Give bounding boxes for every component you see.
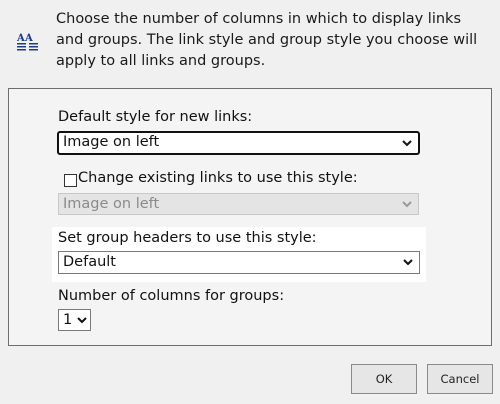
chevron-down-icon (402, 201, 412, 208)
default-style-select[interactable]: Image on left (57, 131, 420, 155)
columns-value: 1 (63, 312, 73, 328)
cancel-button[interactable]: Cancel (427, 364, 493, 394)
group-headers-value: Default (63, 254, 116, 270)
svg-text:A: A (24, 33, 33, 44)
default-style-label: Default style for new links: (58, 109, 253, 125)
text-columns-icon: A A (16, 33, 38, 51)
chevron-down-icon (77, 317, 87, 324)
ok-button[interactable]: OK (351, 364, 417, 394)
change-existing-value: Image on left (63, 196, 160, 212)
link-style-dialog: A A Choose the number of columns in whic… (0, 0, 500, 404)
group-headers-select[interactable]: Default (58, 251, 420, 274)
change-existing-select: Image on left (58, 193, 419, 215)
default-style-value: Image on left (63, 134, 160, 150)
svg-text:A: A (16, 33, 25, 44)
options-panel (8, 88, 492, 346)
intro-text: Choose the number of columns in which to… (56, 11, 478, 69)
chevron-down-icon (402, 140, 412, 147)
change-existing-label: Change existing links to use this style: (78, 170, 358, 186)
group-headers-label: Set group headers to use this style: (58, 230, 317, 246)
columns-label: Number of columns for groups: (58, 288, 285, 304)
columns-select[interactable]: 1 (58, 309, 91, 331)
chevron-down-icon (403, 259, 413, 266)
change-existing-checkbox[interactable] (64, 174, 77, 187)
